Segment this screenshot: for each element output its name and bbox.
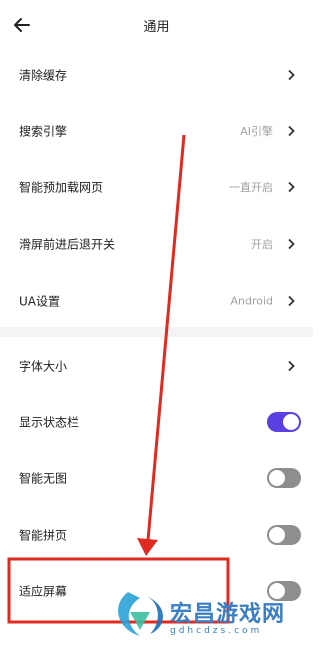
setting-label: 清除缓存 bbox=[19, 68, 68, 83]
setting-label: 搜索引擎 bbox=[19, 124, 68, 139]
setting-label: 滑屏前进后退开关 bbox=[19, 237, 116, 252]
setting-row-smart-preload[interactable]: 智能预加载网页 一直开启 bbox=[0, 159, 313, 215]
watermark-text: 宏昌游戏网 bbox=[170, 602, 286, 627]
setting-value: AI引擎 bbox=[240, 125, 273, 138]
chevron-right-icon bbox=[288, 181, 295, 193]
watermark-url: gdhcdzs.com bbox=[170, 626, 263, 636]
setting-row-swipe-navigation[interactable]: 滑屏前进后退开关 开启 bbox=[0, 216, 313, 272]
setting-row-no-image: 智能无图 bbox=[0, 450, 313, 506]
setting-label: 字体大小 bbox=[19, 359, 68, 374]
status-bar-toggle[interactable] bbox=[267, 412, 301, 432]
chevron-right-icon bbox=[288, 295, 295, 307]
setting-row-font-size[interactable]: 字体大小 bbox=[0, 338, 313, 394]
page-merge-toggle[interactable] bbox=[267, 525, 301, 545]
setting-row-page-merge: 智能拼页 bbox=[0, 507, 313, 563]
setting-row-ua[interactable]: UA设置 Android bbox=[0, 273, 313, 329]
setting-row-status-bar: 显示状态栏 bbox=[0, 394, 313, 450]
setting-label: UA设置 bbox=[19, 294, 60, 309]
section-divider bbox=[0, 327, 313, 337]
setting-label: 显示状态栏 bbox=[19, 415, 80, 430]
setting-label: 适应屏幕 bbox=[19, 584, 68, 599]
toggle-knob bbox=[283, 414, 299, 430]
setting-label: 智能预加载网页 bbox=[19, 180, 104, 195]
chevron-right-icon bbox=[288, 69, 295, 81]
setting-value: 开启 bbox=[251, 238, 273, 251]
setting-label: 智能无图 bbox=[19, 471, 68, 486]
no-image-toggle[interactable] bbox=[267, 468, 301, 488]
chevron-right-icon bbox=[288, 125, 295, 137]
page-title: 通用 bbox=[143, 20, 170, 35]
setting-row-search-engine[interactable]: 搜索引擎 AI引擎 bbox=[0, 103, 313, 159]
toggle-knob bbox=[269, 527, 285, 543]
toggle-knob bbox=[269, 470, 285, 486]
chevron-right-icon bbox=[288, 360, 295, 372]
header-bar: 通用 bbox=[0, 0, 313, 50]
setting-value: Android bbox=[230, 294, 273, 308]
setting-value: 一直开启 bbox=[229, 181, 273, 194]
setting-label: 智能拼页 bbox=[19, 528, 68, 543]
chevron-right-icon bbox=[288, 238, 295, 250]
setting-row-clear-cache[interactable]: 清除缓存 bbox=[0, 47, 313, 103]
